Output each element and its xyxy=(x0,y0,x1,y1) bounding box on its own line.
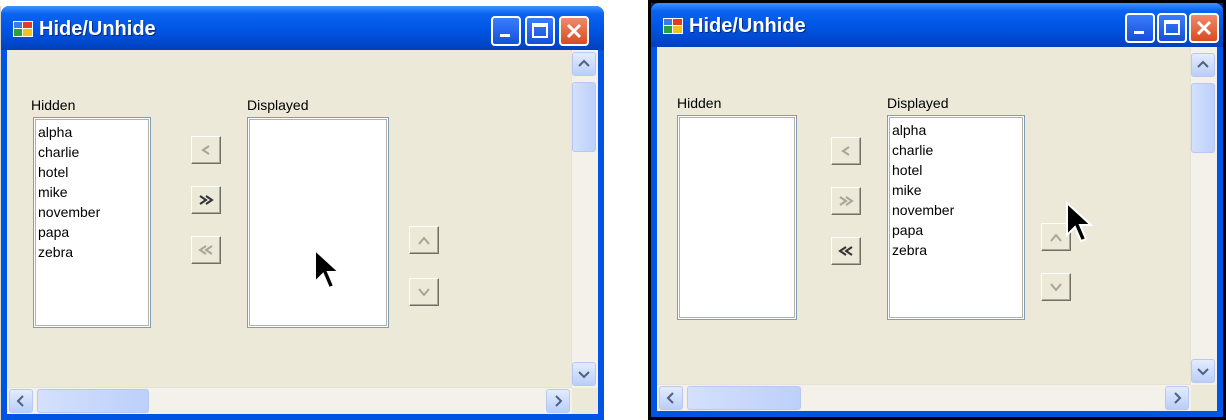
hidden-listbox[interactable]: alpha charlie hotel mike november papa z… xyxy=(33,117,151,328)
displayed-listbox[interactable]: alpha charlie hotel mike november papa z… xyxy=(887,115,1025,320)
mouse-cursor-icon xyxy=(1066,201,1094,243)
move-all-left-button[interactable] xyxy=(831,237,861,265)
displayed-items: alpha charlie hotel mike november papa z… xyxy=(892,120,954,260)
horizontal-scrollbar[interactable] xyxy=(7,387,572,414)
list-item[interactable]: november xyxy=(892,200,954,220)
chevron-left-icon xyxy=(16,395,24,407)
list-item[interactable]: hotel xyxy=(892,160,954,180)
chevron-up-icon xyxy=(1197,60,1209,68)
list-item[interactable]: charlie xyxy=(38,142,100,162)
hidden-label: Hidden xyxy=(31,97,76,113)
list-item[interactable]: november xyxy=(38,202,100,222)
list-item[interactable]: zebra xyxy=(892,240,954,260)
list-item[interactable]: mike xyxy=(892,180,954,200)
scroll-left-button[interactable] xyxy=(9,389,33,413)
list-item[interactable]: mike xyxy=(38,182,100,202)
app-window-icon xyxy=(663,18,683,34)
window-frame: Hide/Unhide Hidden alpha charlie hotel m… xyxy=(1,6,604,420)
list-item[interactable]: alpha xyxy=(38,122,100,142)
close-icon xyxy=(566,23,582,39)
displayed-listbox[interactable] xyxy=(247,117,389,328)
vertical-scrollbar[interactable] xyxy=(1190,47,1217,385)
move-left-button[interactable] xyxy=(191,136,221,164)
scroll-down-button[interactable] xyxy=(1191,359,1215,383)
displayed-label: Displayed xyxy=(247,97,309,113)
vertical-scroll-thumb[interactable] xyxy=(1191,83,1215,153)
arrow-left-icon xyxy=(201,145,210,155)
displayed-label: Displayed xyxy=(887,95,949,111)
scroll-right-button[interactable] xyxy=(546,389,570,413)
hidden-items: alpha charlie hotel mike november papa z… xyxy=(38,122,100,262)
window-client-area: Hidden Displayed alpha charlie hotel mik… xyxy=(657,47,1217,411)
list-item[interactable]: zebra xyxy=(38,242,100,262)
arrow-left-icon xyxy=(841,146,850,156)
hidden-listbox[interactable] xyxy=(677,115,797,320)
maximize-icon xyxy=(1164,20,1180,35)
scroll-left-button[interactable] xyxy=(659,386,683,410)
move-all-right-button[interactable] xyxy=(191,186,221,214)
list-item[interactable]: hotel xyxy=(38,162,100,182)
scroll-right-button[interactable] xyxy=(1165,386,1189,410)
scroll-down-button[interactable] xyxy=(572,362,596,386)
vertical-scrollbar[interactable] xyxy=(571,50,598,388)
move-down-button[interactable] xyxy=(409,278,439,306)
title-bar[interactable]: Hide/Unhide xyxy=(1,6,604,50)
move-up-button[interactable] xyxy=(409,226,439,254)
list-item[interactable]: papa xyxy=(38,222,100,242)
double-arrow-left-icon xyxy=(838,246,853,256)
horizontal-scroll-thumb[interactable] xyxy=(37,389,149,413)
app-window-icon xyxy=(13,21,33,37)
move-all-right-button[interactable] xyxy=(831,187,861,215)
scroll-corner xyxy=(1191,385,1217,411)
close-button[interactable] xyxy=(559,16,589,46)
double-arrow-right-icon xyxy=(199,195,214,205)
chevron-right-icon xyxy=(555,395,563,407)
chevron-right-icon xyxy=(1174,392,1182,404)
maximize-icon xyxy=(532,23,548,38)
arrow-down-icon xyxy=(1050,283,1062,292)
horizontal-scrollbar[interactable] xyxy=(657,384,1191,411)
chevron-down-icon xyxy=(1197,368,1209,376)
hide-unhide-window-after: Hide/Unhide Hidden Displayed alpha charl… xyxy=(648,0,1226,420)
scroll-up-button[interactable] xyxy=(572,52,596,76)
close-icon xyxy=(1196,20,1212,36)
chevron-left-icon xyxy=(666,392,674,404)
window-client-area: Hidden alpha charlie hotel mike november… xyxy=(7,50,598,414)
mouse-cursor-icon xyxy=(314,248,342,290)
move-all-left-button[interactable] xyxy=(191,236,221,264)
arrow-up-icon xyxy=(418,236,430,245)
minimize-button[interactable] xyxy=(1125,13,1155,43)
chevron-down-icon xyxy=(578,371,590,379)
hidden-label: Hidden xyxy=(677,95,722,111)
scroll-corner xyxy=(572,388,598,414)
list-item[interactable]: papa xyxy=(892,220,954,240)
horizontal-scroll-thumb[interactable] xyxy=(687,386,801,410)
maximize-button[interactable] xyxy=(525,16,555,46)
scroll-up-button[interactable] xyxy=(1191,53,1215,77)
arrow-down-icon xyxy=(418,288,430,297)
move-left-button[interactable] xyxy=(831,137,861,165)
double-arrow-right-icon xyxy=(839,196,854,206)
vertical-scroll-thumb[interactable] xyxy=(572,82,596,152)
list-item[interactable]: charlie xyxy=(892,140,954,160)
arrow-up-icon xyxy=(1050,233,1062,242)
minimize-button[interactable] xyxy=(491,16,521,46)
maximize-button[interactable] xyxy=(1157,13,1187,43)
window-title: Hide/Unhide xyxy=(689,15,806,37)
double-arrow-left-icon xyxy=(198,245,213,255)
title-bar[interactable]: Hide/Unhide xyxy=(651,3,1223,47)
window-frame: Hide/Unhide Hidden Displayed alpha charl… xyxy=(651,3,1223,417)
chevron-up-icon xyxy=(578,59,590,67)
window-title: Hide/Unhide xyxy=(39,18,156,40)
close-button[interactable] xyxy=(1189,13,1219,43)
hide-unhide-window-before: Hide/Unhide Hidden alpha charlie hotel m… xyxy=(0,6,604,420)
minimize-icon xyxy=(500,34,510,37)
minimize-icon xyxy=(1134,31,1144,34)
move-down-button[interactable] xyxy=(1041,273,1071,301)
list-item[interactable]: alpha xyxy=(892,120,954,140)
